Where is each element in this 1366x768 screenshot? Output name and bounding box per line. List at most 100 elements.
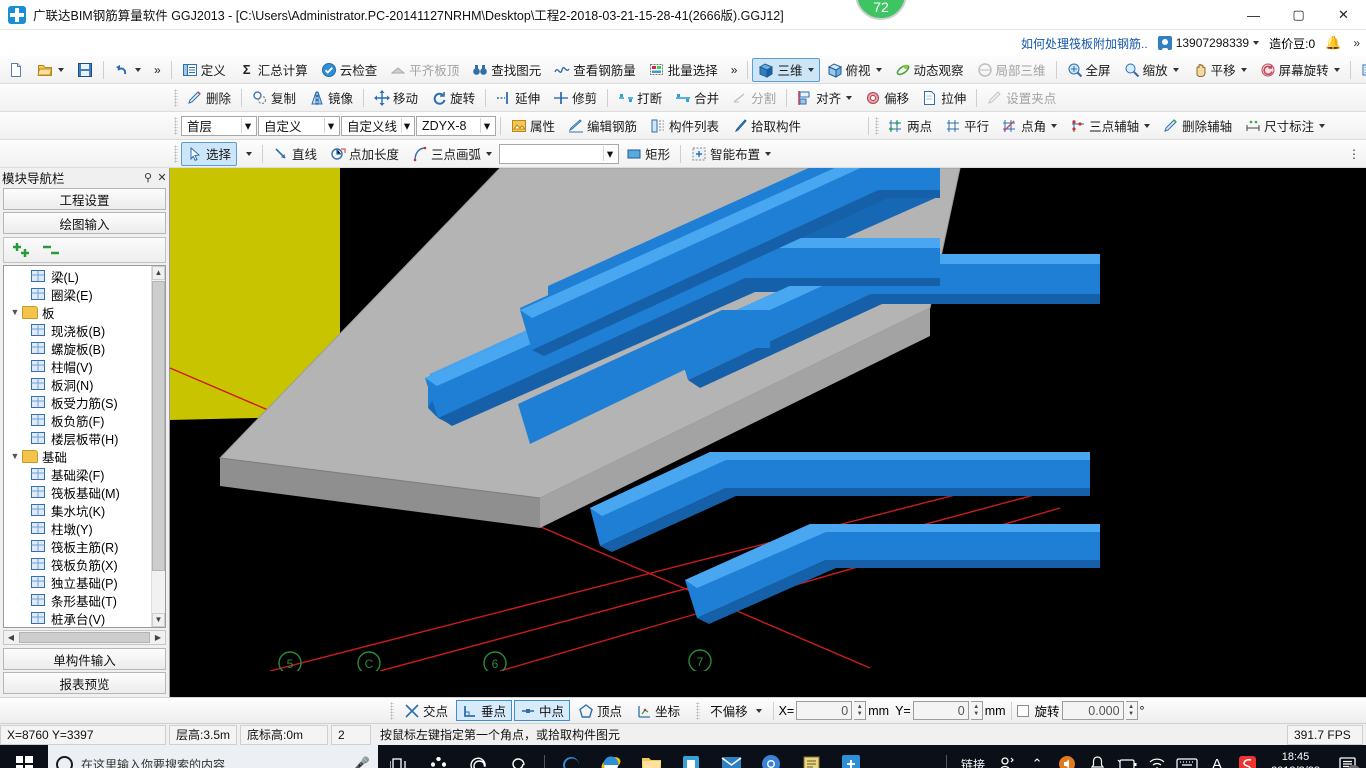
split-button[interactable]: 分割: [726, 86, 782, 110]
rotate-input[interactable]: 0.000: [1061, 701, 1124, 720]
toolbar-gripper[interactable]: [390, 701, 394, 720]
select-tool-button[interactable]: 选择: [181, 141, 238, 166]
fullscreen-button[interactable]: 全屏: [1061, 58, 1117, 82]
dynamic-orbit-button[interactable]: 动态观察: [889, 58, 970, 82]
snap-perpendicular[interactable]: 垂点: [456, 700, 513, 721]
minimize-button[interactable]: —: [1231, 0, 1276, 30]
toolbar-gripper[interactable]: [174, 144, 178, 163]
drawing-input-button[interactable]: 绘图输入: [3, 212, 166, 234]
note-app-icon[interactable]: [791, 745, 831, 768]
stretch-button[interactable]: 拉伸: [916, 86, 972, 110]
tree-item[interactable]: 筏板主筋(R): [4, 537, 151, 555]
expand-all-icon[interactable]: [12, 242, 34, 258]
rotate-button[interactable]: 旋转: [425, 86, 481, 110]
three-point-axis-button[interactable]: 三点辅轴: [1064, 114, 1156, 138]
scroll-down-arrow[interactable]: ▼: [152, 613, 165, 627]
offset-button[interactable]: 偏移: [859, 86, 915, 110]
toolbar-more-1[interactable]: »: [148, 58, 167, 82]
dimension-button[interactable]: 尺寸标注: [1239, 114, 1331, 138]
rotate-checkbox[interactable]: [1016, 704, 1029, 717]
floor-selector[interactable]: 首层 ▾: [181, 115, 257, 136]
spiral-app-icon[interactable]: [418, 745, 458, 768]
microphone-icon[interactable]: 🎤: [354, 756, 370, 768]
chevron-down-icon[interactable]: ▼: [8, 451, 22, 461]
tree-item[interactable]: 柱帽(V): [4, 357, 151, 375]
toolbar-gripper[interactable]: [875, 116, 880, 135]
save-button[interactable]: [71, 58, 99, 82]
task-view-icon[interactable]: [378, 745, 418, 768]
store-icon[interactable]: [671, 745, 711, 768]
collapse-all-icon[interactable]: [42, 242, 64, 258]
top-view-button[interactable]: 俯视: [821, 58, 888, 82]
bell-icon[interactable]: [1083, 745, 1111, 768]
pan-button[interactable]: 平移: [1186, 58, 1253, 82]
select-floor-button[interactable]: 选择楼层: [1355, 58, 1366, 82]
chevron-down-icon[interactable]: ▼: [8, 307, 22, 317]
tree-item[interactable]: 条形基础(T): [4, 591, 151, 609]
people-icon[interactable]: [993, 745, 1021, 768]
delete-button[interactable]: 删除: [181, 86, 237, 110]
tree-item[interactable]: 基础梁(F): [4, 465, 151, 483]
spiral-outline-icon[interactable]: [498, 745, 538, 768]
tree-item[interactable]: 独立基础(P): [4, 573, 151, 591]
partial-3d-button[interactable]: 局部三维: [971, 58, 1052, 82]
mirror-button[interactable]: 镜像: [303, 86, 359, 110]
sogou-icon[interactable]: [1233, 745, 1261, 768]
tree-item[interactable]: 螺旋板(B): [4, 339, 151, 357]
scroll-left-arrow[interactable]: ◀: [4, 633, 18, 642]
y-offset-input[interactable]: 0: [912, 701, 969, 720]
member-selector[interactable]: ZDYX-8 ▾: [416, 115, 496, 136]
three-point-arc-button[interactable]: 三点画弧: [406, 142, 498, 166]
edit-rebar-button[interactable]: 编辑钢筋: [562, 114, 643, 138]
tree-list[interactable]: 梁(L) 圈梁(E) ▼ 板现浇板(B) 螺旋板(B) 柱帽(V) 板洞(N) 板受力筋(S)…: [4, 266, 151, 627]
view-rebar-qty-button[interactable]: 查看钢筋量: [548, 58, 642, 82]
draw-toolbar-overflow[interactable]: ⋮: [1348, 147, 1364, 161]
score-badge[interactable]: 72: [855, 0, 907, 20]
rectangle-tool-button[interactable]: 矩形: [620, 142, 676, 166]
toolbar-gripper[interactable]: [174, 88, 178, 107]
keyboard-icon[interactable]: [1173, 745, 1201, 768]
summary-calc-button[interactable]: Σ 汇总计算: [233, 58, 314, 82]
snap-vertex[interactable]: 顶点: [572, 700, 628, 721]
chevron-up-icon[interactable]: ⌃: [1023, 745, 1051, 768]
screen-rotate-button[interactable]: 屏幕旋转: [1254, 58, 1346, 82]
tree-item[interactable]: 板负筋(F): [4, 411, 151, 429]
3d-viewport[interactable]: Z Y X 5 C 6 7: [170, 168, 1366, 697]
break-button[interactable]: 打断: [612, 86, 668, 110]
user-account[interactable]: 13907298339: [1157, 36, 1260, 50]
extend-button[interactable]: 延伸: [490, 86, 546, 110]
acct-overflow-icon[interactable]: »: [1353, 36, 1360, 50]
tree-item[interactable]: 板洞(N): [4, 375, 151, 393]
copy-button[interactable]: 复制: [246, 86, 302, 110]
pick-component-button[interactable]: 拾取构件: [726, 114, 807, 138]
smart-layout-button[interactable]: 智能布置: [685, 142, 777, 166]
scroll-thumb[interactable]: [152, 281, 165, 571]
x-offset-input[interactable]: 0: [796, 701, 853, 720]
type-selector[interactable]: 自定义线 ▾: [341, 115, 415, 136]
edge-browser-icon[interactable]: [551, 745, 591, 768]
open-file-button[interactable]: [31, 58, 70, 82]
tree-horizontal-scrollbar[interactable]: ◀ ▶: [3, 630, 166, 645]
ie-icon[interactable]: [591, 745, 631, 768]
trim-button[interactable]: 修剪: [547, 86, 603, 110]
new-file-button[interactable]: [2, 58, 30, 82]
undo-button[interactable]: [108, 58, 147, 82]
define-button[interactable]: 定义: [176, 58, 232, 82]
tree-item[interactable]: 圈梁(E): [4, 285, 151, 303]
tree-item[interactable]: 筏板负筋(X): [4, 555, 151, 573]
tree-item[interactable]: ▼ 基础: [4, 447, 151, 465]
snap-midpoint[interactable]: 中点: [514, 700, 571, 721]
parallel-axis-button[interactable]: 平行: [939, 114, 995, 138]
tree-item[interactable]: ▼ 板: [4, 303, 151, 321]
wifi-icon[interactable]: [1143, 745, 1171, 768]
scroll-right-arrow[interactable]: ▶: [151, 633, 165, 642]
notification-bell-icon[interactable]: 🔔: [1325, 35, 1341, 51]
merge-button[interactable]: 合并: [669, 86, 725, 110]
set-grip-button[interactable]: 设置夹点: [981, 86, 1062, 110]
edge-outline-icon[interactable]: [458, 745, 498, 768]
properties-button[interactable]: 属性: [505, 114, 561, 138]
two-point-axis-button[interactable]: 两点: [882, 114, 938, 138]
close-button[interactable]: ✕: [1321, 0, 1366, 30]
tree-item[interactable]: 筏板基础(M): [4, 483, 151, 501]
align-slab-top-button[interactable]: 平齐板顶: [384, 58, 465, 82]
